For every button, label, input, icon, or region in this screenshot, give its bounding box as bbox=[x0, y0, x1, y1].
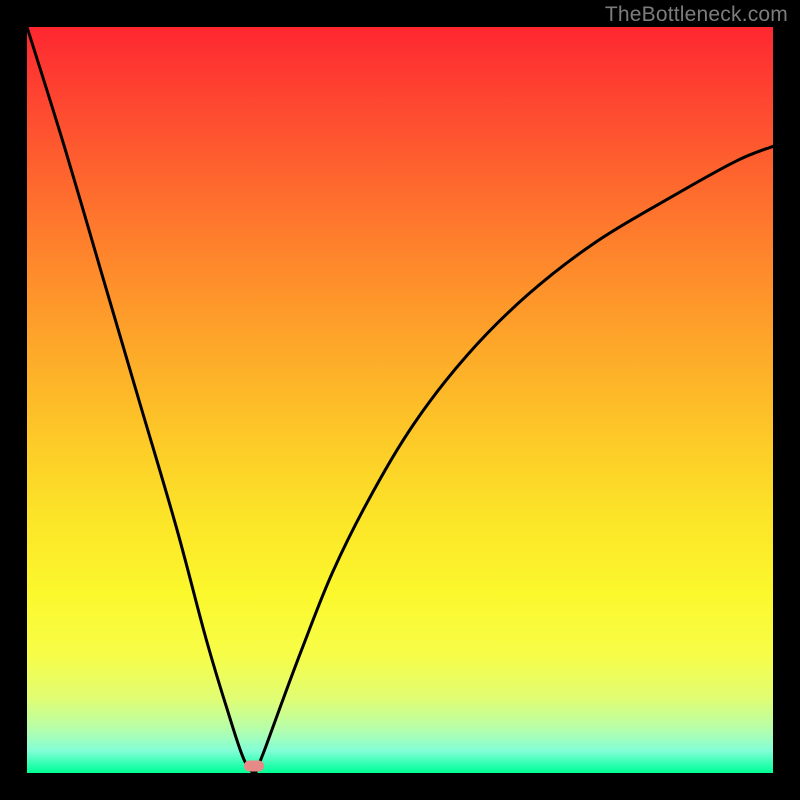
bottleneck-curve-path bbox=[27, 27, 773, 773]
chart-container: TheBottleneck.com bbox=[0, 0, 800, 800]
optimal-marker bbox=[244, 761, 264, 772]
curve-svg bbox=[27, 27, 773, 773]
watermark-label: TheBottleneck.com bbox=[605, 3, 788, 27]
plot-area bbox=[27, 27, 773, 773]
